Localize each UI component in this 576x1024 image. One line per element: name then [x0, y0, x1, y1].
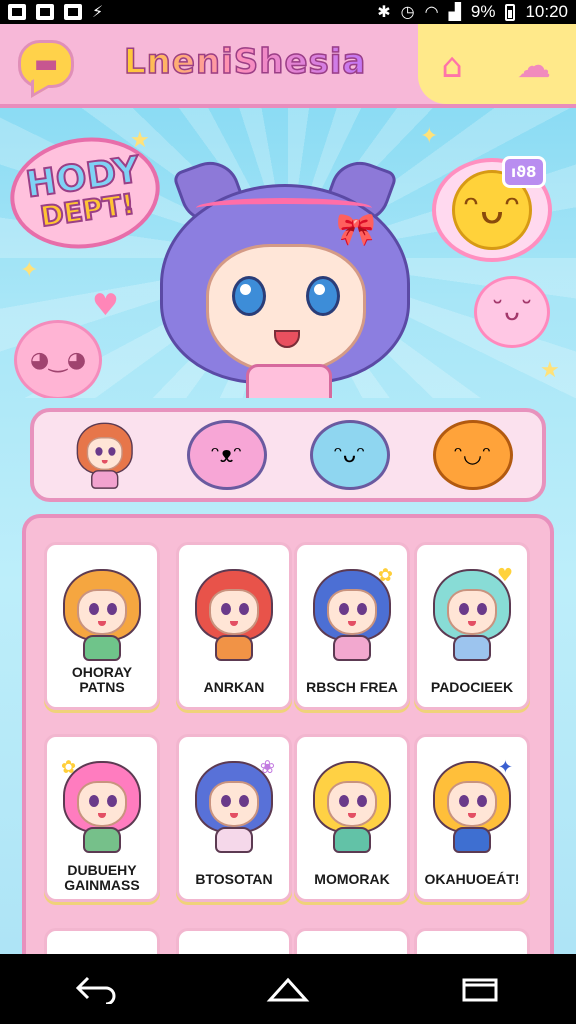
pink-blob-icon: ᵔᴥᵔ: [186, 420, 267, 490]
character-card[interactable]: MOMORAK: [294, 734, 410, 902]
star-icon: ✦: [420, 124, 439, 149]
bow-icon: ❀: [259, 757, 275, 778]
character-name: DUBUEHY GAINMASS: [64, 862, 140, 893]
bow-icon: 🎀: [336, 210, 376, 248]
status-bar: ⚡ ✱ ◷ ◠ ▟ 9% 10:20: [0, 0, 576, 24]
bow-icon: ✦: [497, 757, 513, 778]
nav-home-icon: [266, 977, 310, 1002]
app-screen: ▬ LneniShesia ⌂ ☁ ★ ✦ ★ ✦ HODY DEPT! ♥ ◕…: [0, 24, 576, 954]
pink-face-bubble[interactable]: ˘ᴗ˘: [474, 276, 550, 348]
battery-percent: 9%: [470, 2, 496, 21]
home-icon: ⌂: [441, 46, 463, 86]
character-name: OHORAY PATNS: [71, 664, 133, 695]
character-card[interactable]: [176, 928, 292, 954]
bow-icon: ✿: [377, 565, 393, 586]
cloud-button[interactable]: ☁: [504, 42, 564, 90]
star-icon: ★: [540, 358, 560, 383]
character-name: BTOSOTAN: [195, 871, 273, 887]
character-name: OKAHUOEÁT!: [424, 871, 520, 887]
header: ▬ LneniShesia ⌂ ☁: [0, 24, 576, 108]
character-card[interactable]: ❀ BTOSOTAN: [176, 734, 292, 902]
signal-icon: ▟: [448, 4, 461, 21]
home-nav-button[interactable]: [258, 966, 318, 1012]
character-card[interactable]: [414, 928, 530, 954]
orange-cat-icon: ᵔ◡ᵔ: [432, 420, 513, 490]
hero-character: 🎀: [150, 144, 420, 398]
flower-icon: ✿: [61, 757, 77, 778]
bluetooth-icon: ✱: [377, 4, 391, 21]
wifi-icon: ◠: [424, 4, 439, 21]
character-card[interactable]: [44, 928, 160, 954]
menu-button[interactable]: ▬: [18, 40, 74, 88]
bolt-icon: ⚡: [92, 2, 104, 21]
recents-button[interactable]: [450, 966, 510, 1012]
heart-icon: ♥: [92, 288, 119, 323]
hero-banner: ★ ✦ ★ ✦ HODY DEPT! ♥ ◕‿◕ 🎀 ᵔᴗᵔ ıϑ8 ˘ᴗ˘: [0, 108, 576, 398]
recents-icon: [462, 978, 498, 1002]
pink-blob-character: ◕‿◕: [14, 320, 102, 398]
character-card[interactable]: ✿ RBSCH FREA: [294, 542, 410, 710]
hero-body: [246, 364, 332, 398]
image-icon: [36, 4, 54, 20]
hero-face: [206, 244, 366, 374]
rail-character-pink-blob[interactable]: ᵔᴥᵔ: [183, 415, 271, 495]
clock: 10:20: [525, 2, 568, 21]
alarm-icon: ◷: [400, 4, 415, 21]
rail-character-orange-cat[interactable]: ᵔ◡ᵔ: [429, 415, 517, 495]
k-app-icon: [8, 4, 26, 20]
rail-character-blue-blob[interactable]: ᵔᴗᵔ: [306, 415, 394, 495]
back-button[interactable]: [66, 966, 126, 1012]
cloud-icon: ☁: [517, 46, 551, 86]
home-button[interactable]: ⌂: [428, 42, 476, 90]
character-name: RBSCH FREA: [306, 679, 398, 695]
character-card[interactable]: ♥ PADOCIEEK: [414, 542, 530, 710]
back-icon: [75, 976, 116, 1004]
character-card[interactable]: ✦ OKAHUOEÁT!: [414, 734, 530, 902]
heart-icon: ♥: [496, 565, 513, 586]
star-icon: ✦: [20, 258, 39, 283]
rail-character-girl[interactable]: [60, 415, 148, 495]
battery-icon: [505, 3, 516, 21]
character-rail: ᵔᴥᵔ ᵔᴗᵔ ᵔ◡ᵔ: [30, 408, 546, 502]
hero-badge: ıϑ8: [502, 156, 546, 188]
gallery-icon: [64, 4, 82, 20]
character-card[interactable]: ANRKAN: [176, 542, 292, 710]
character-name: MOMORAK: [314, 871, 390, 887]
character-grid: OHORAY PATNS ANRKAN ✿ RBSCH FREA ♥ PADOC…: [22, 514, 554, 954]
system-nav-bar: [0, 954, 576, 1024]
character-name: ANRKAN: [203, 679, 265, 695]
speech-bubble-icon: ▬: [33, 49, 59, 79]
app-title: LneniShesia: [123, 41, 367, 83]
blue-blob-icon: ᵔᴗᵔ: [309, 420, 390, 490]
character-card[interactable]: ✿ DUBUEHY GAINMASS: [44, 734, 160, 902]
character-card[interactable]: OHORAY PATNS: [44, 542, 160, 710]
character-name: PADOCIEEK: [430, 679, 514, 695]
hero-eye-left: [232, 276, 266, 316]
hero-eye-right: [306, 276, 340, 316]
character-card[interactable]: [294, 928, 410, 954]
